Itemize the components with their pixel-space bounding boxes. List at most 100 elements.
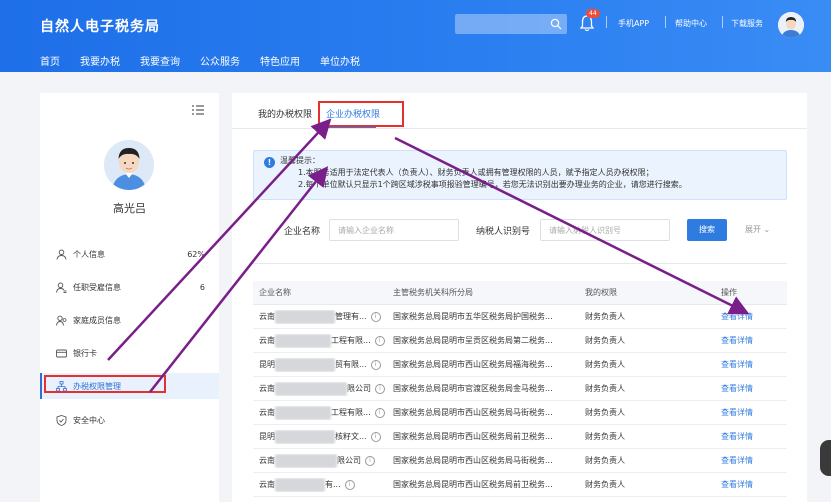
company-name-suffix: 核籽文... bbox=[335, 432, 367, 441]
download-service-link[interactable]: 下载服务 bbox=[731, 18, 763, 29]
completion-percent: 62% bbox=[187, 249, 205, 259]
tip-line-1: 1.本服务适用于法定代表人（负责人）、财务负责人或拥有管理权限的人员，赋予指定人… bbox=[298, 168, 654, 177]
nav-home[interactable]: 首页 bbox=[40, 53, 60, 68]
bank-card-icon bbox=[56, 349, 67, 357]
info-icon[interactable]: i bbox=[374, 335, 385, 346]
person-icon bbox=[56, 249, 67, 260]
info-icon[interactable]: i bbox=[374, 407, 385, 418]
info-icon[interactable]: i bbox=[370, 431, 381, 442]
expand-toggle[interactable]: 展开 ⌄ bbox=[745, 224, 770, 235]
sidebar-item-label: 家庭成员信息 bbox=[73, 315, 121, 325]
sidebar-item-personal-info[interactable]: 个人信息 62% bbox=[40, 241, 219, 267]
header-search-input[interactable] bbox=[455, 14, 567, 34]
header-my-permission: 我的权限 bbox=[585, 288, 617, 297]
table-header: 企业名称 主管税务机关科所分局 我的权限 操作 bbox=[253, 281, 787, 305]
nav-featured[interactable]: 特色应用 bbox=[260, 53, 300, 68]
mobile-app-link[interactable]: 手机APP bbox=[618, 18, 649, 29]
company-name-cell: 昆明 贸有限... i bbox=[253, 357, 393, 372]
divider bbox=[253, 263, 787, 264]
table-row: 昆明 贸有限... i 国家税务总局昆明市西山区税务局福海税务... 财务负责人 查看详情 bbox=[253, 353, 787, 377]
permission-cell: 财务负责人 bbox=[585, 456, 625, 465]
floating-widget[interactable] bbox=[820, 440, 831, 476]
sidebar-item-label: 银行卡 bbox=[73, 348, 97, 358]
user-avatar[interactable] bbox=[778, 12, 804, 38]
sidebar-item-bank-card[interactable]: 银行卡 bbox=[40, 340, 219, 366]
expand-label: 展开 bbox=[745, 225, 761, 234]
redacted-block bbox=[275, 333, 331, 348]
nav-public-service[interactable]: 公众服务 bbox=[200, 53, 240, 68]
person-badge-icon bbox=[56, 282, 67, 293]
view-details-link[interactable]: 查看详情 bbox=[721, 407, 787, 418]
table-row: 云南 限公司 i 国家税务总局昆明市西山区税务局马街税务... 财务负责人 查看详情 bbox=[253, 449, 787, 473]
search-icon[interactable] bbox=[550, 18, 562, 30]
header-company-name: 企业名称 bbox=[259, 288, 291, 297]
view-details-link[interactable]: 查看详情 bbox=[721, 431, 787, 442]
view-details-link[interactable]: 查看详情 bbox=[721, 335, 787, 346]
header-action: 操作 bbox=[721, 288, 737, 297]
redacted-block bbox=[275, 405, 331, 420]
table-row: 昆明 核籽文... i 国家税务总局昆明市西山区税务局前卫税务... 财务负责人 查看详情 bbox=[253, 425, 787, 449]
tax-bureau-cell: 国家税务总局昆明市呈贡区税务局第二税务... bbox=[393, 336, 553, 345]
sidebar-item-family-members[interactable]: 家庭成员信息 bbox=[40, 307, 219, 333]
info-icon[interactable]: i bbox=[344, 479, 355, 490]
sidebar: 高光吕 个人信息 62% 任职受雇信息 6 家庭成员信息 银行卡 办税权限管理 … bbox=[40, 93, 219, 502]
permission-cell: 财务负责人 bbox=[585, 384, 625, 393]
sidebar-item-label: 个人信息 bbox=[73, 249, 105, 259]
view-details-link[interactable]: 查看详情 bbox=[721, 311, 787, 322]
info-icon[interactable]: i bbox=[370, 311, 381, 322]
company-name-suffix: 有... bbox=[325, 480, 341, 489]
shield-icon bbox=[56, 414, 67, 426]
company-name-cell: 云南 限公司 i bbox=[253, 381, 393, 396]
company-name-input[interactable]: 请输入企业名称 bbox=[329, 219, 459, 241]
tax-bureau-cell: 国家税务总局昆明市西山区税务局福海税务... bbox=[393, 360, 553, 369]
tax-bureau-cell: 国家税务总局昆明市五华区税务局护国税务... bbox=[393, 312, 553, 321]
redacted-block bbox=[275, 357, 335, 372]
sidebar-item-employment-info[interactable]: 任职受雇信息 6 bbox=[40, 274, 219, 300]
info-icon[interactable]: i bbox=[375, 383, 385, 394]
company-name-prefix: 云南 bbox=[259, 312, 275, 321]
tip-box: ! 温馨提示： 1.本服务适用于法定代表人（负责人）、财务负责人或拥有管理权限的… bbox=[253, 150, 787, 200]
view-details-link[interactable]: 查看详情 bbox=[721, 455, 787, 466]
company-name-suffix: 贸有限... bbox=[335, 360, 367, 369]
redacted-block bbox=[275, 309, 335, 324]
company-name-prefix: 云南 bbox=[259, 384, 275, 393]
company-name-prefix: 云南 bbox=[259, 336, 275, 345]
sidebar-item-label: 任职受雇信息 bbox=[73, 282, 121, 292]
company-name-cell: 云南 限公司 i bbox=[253, 453, 393, 468]
nav-company-tax[interactable]: 单位办税 bbox=[320, 53, 360, 68]
search-button[interactable]: 搜索 bbox=[687, 219, 727, 241]
redacted-block bbox=[275, 429, 335, 444]
header-tax-bureau: 主管税务机关科所分局 bbox=[393, 288, 473, 297]
sidebar-item-security-center[interactable]: 安全中心 bbox=[40, 407, 219, 433]
tax-bureau-cell: 国家税务总局昆明市西山区税务局马街税务... bbox=[393, 408, 553, 417]
company-name-cell: 云南 工程有限... i bbox=[253, 333, 393, 348]
header-separator bbox=[722, 16, 723, 28]
profile-avatar-icon bbox=[104, 140, 154, 190]
view-details-link[interactable]: 查看详情 bbox=[721, 479, 787, 490]
company-name-cell: 云南 有... i bbox=[253, 477, 393, 492]
tab-my-permissions[interactable]: 我的办税权限 bbox=[258, 107, 312, 120]
info-icon[interactable]: i bbox=[365, 455, 375, 466]
company-name-suffix: 工程有限... bbox=[331, 408, 371, 417]
table-row: 云南 有... i 国家税务总局昆明市西山区税务局前卫税务... 财务负责人 查看详情 bbox=[253, 473, 787, 497]
tax-bureau-cell: 国家税务总局昆明市西山区税务局前卫税务... bbox=[393, 480, 553, 489]
app-title: 自然人电子税务局 bbox=[40, 19, 160, 35]
company-name-label: 企业名称 bbox=[284, 227, 321, 237]
view-details-link[interactable]: 查看详情 bbox=[721, 359, 787, 370]
tax-id-label: 纳税人识别号 bbox=[476, 227, 531, 237]
help-center-link[interactable]: 帮助中心 bbox=[675, 18, 707, 29]
view-details-link[interactable]: 查看详情 bbox=[721, 383, 787, 394]
info-icon[interactable]: i bbox=[370, 359, 381, 370]
main-nav: 首页 我要办税 我要查询 公众服务 特色应用 单位办税 bbox=[40, 53, 380, 68]
nav-tax-handling[interactable]: 我要办税 bbox=[80, 53, 120, 68]
top-header: 自然人电子税务局 44 手机APP 帮助中心 下载服务 首页 我要办税 我要查询… bbox=[0, 0, 831, 72]
info-icon: ! bbox=[264, 157, 275, 168]
chevron-down-icon: ⌄ bbox=[763, 225, 771, 234]
user-avatar-icon bbox=[778, 12, 804, 38]
annotation-highlight-sidebar bbox=[44, 375, 166, 393]
tax-id-input[interactable]: 请输入纳税人识别号 bbox=[540, 219, 670, 241]
permission-cell: 财务负责人 bbox=[585, 432, 625, 441]
nav-query[interactable]: 我要查询 bbox=[140, 53, 180, 68]
header-separator bbox=[665, 16, 666, 28]
menu-icon[interactable] bbox=[192, 105, 204, 115]
